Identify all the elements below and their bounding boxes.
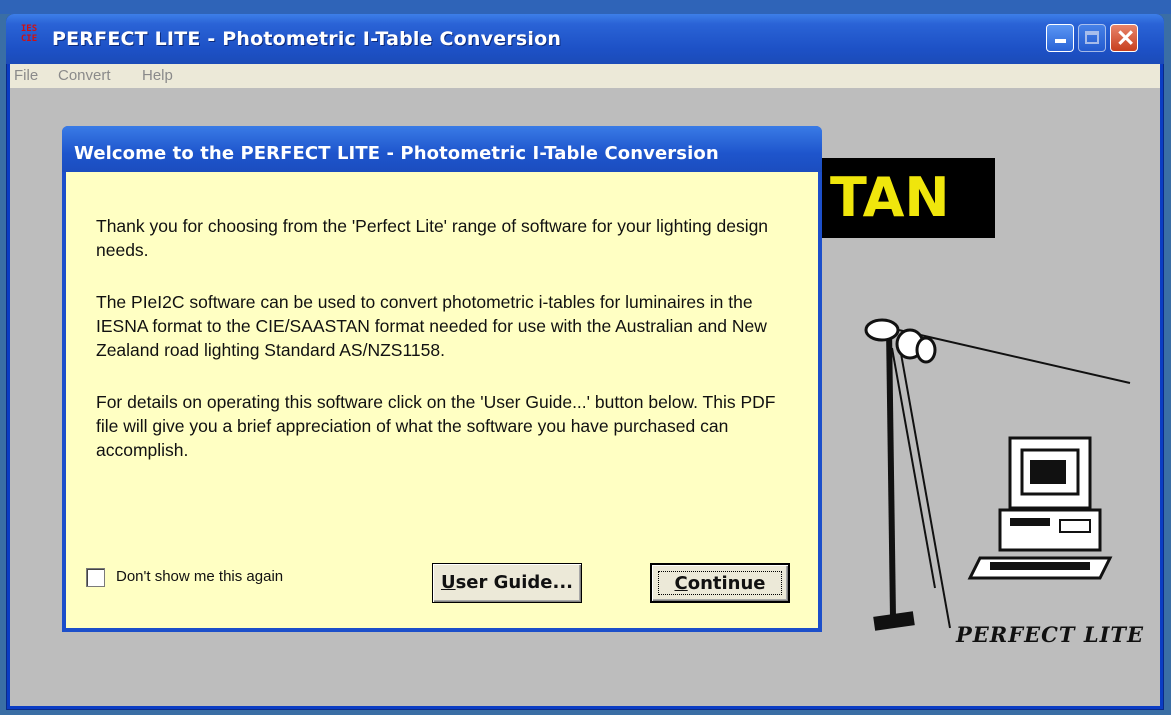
menu-bar: File Convert Help [10, 64, 1160, 88]
menu-file[interactable]: File [14, 67, 38, 84]
description-paragraph: The PIeI2C software can be used to conve… [96, 292, 767, 360]
menu-convert[interactable]: Convert [58, 67, 111, 84]
menu-help[interactable]: Help [142, 67, 173, 84]
window-titlebar[interactable]: IES CIE PERFECT LITE - Photometric I-Tab… [6, 14, 1164, 64]
focus-rectangle [658, 571, 782, 595]
close-button[interactable]: ✕ [1110, 24, 1138, 52]
window-title: PERFECT LITE - Photometric I-Table Conve… [52, 28, 562, 50]
welcome-paragraph: Thank you for choosing from the 'Perfect… [96, 216, 769, 260]
desktop-background [0, 0, 1171, 14]
dialog-title: Welcome to the PERFECT LITE - Photometri… [74, 143, 719, 164]
dialog-titlebar[interactable]: Welcome to the PERFECT LITE - Photometri… [62, 126, 822, 172]
dialog-body: Thank you for choosing from the 'Perfect… [66, 172, 818, 628]
dont-show-again-checkbox[interactable] [86, 568, 105, 587]
maximize-button [1078, 24, 1106, 52]
splash-brand-text: PERFECT LITE [956, 622, 1145, 647]
maximize-icon [1085, 31, 1099, 44]
close-icon: ✕ [1116, 25, 1136, 51]
street-light-illustration [864, 318, 1131, 631]
minimize-icon [1055, 39, 1066, 43]
continue-button[interactable]: Continue [650, 563, 790, 603]
user-guide-button[interactable]: User Guide... [432, 563, 582, 603]
dont-show-again-label[interactable]: Don't show me this again [116, 568, 283, 585]
instructions-paragraph: For details on operating this software c… [96, 392, 776, 460]
welcome-dialog: Welcome to the PERFECT LITE - Photometri… [62, 126, 822, 632]
app-icon[interactable]: IES CIE [18, 24, 40, 48]
splash-logo-text: TAN [830, 166, 950, 229]
minimize-button[interactable] [1046, 24, 1074, 52]
